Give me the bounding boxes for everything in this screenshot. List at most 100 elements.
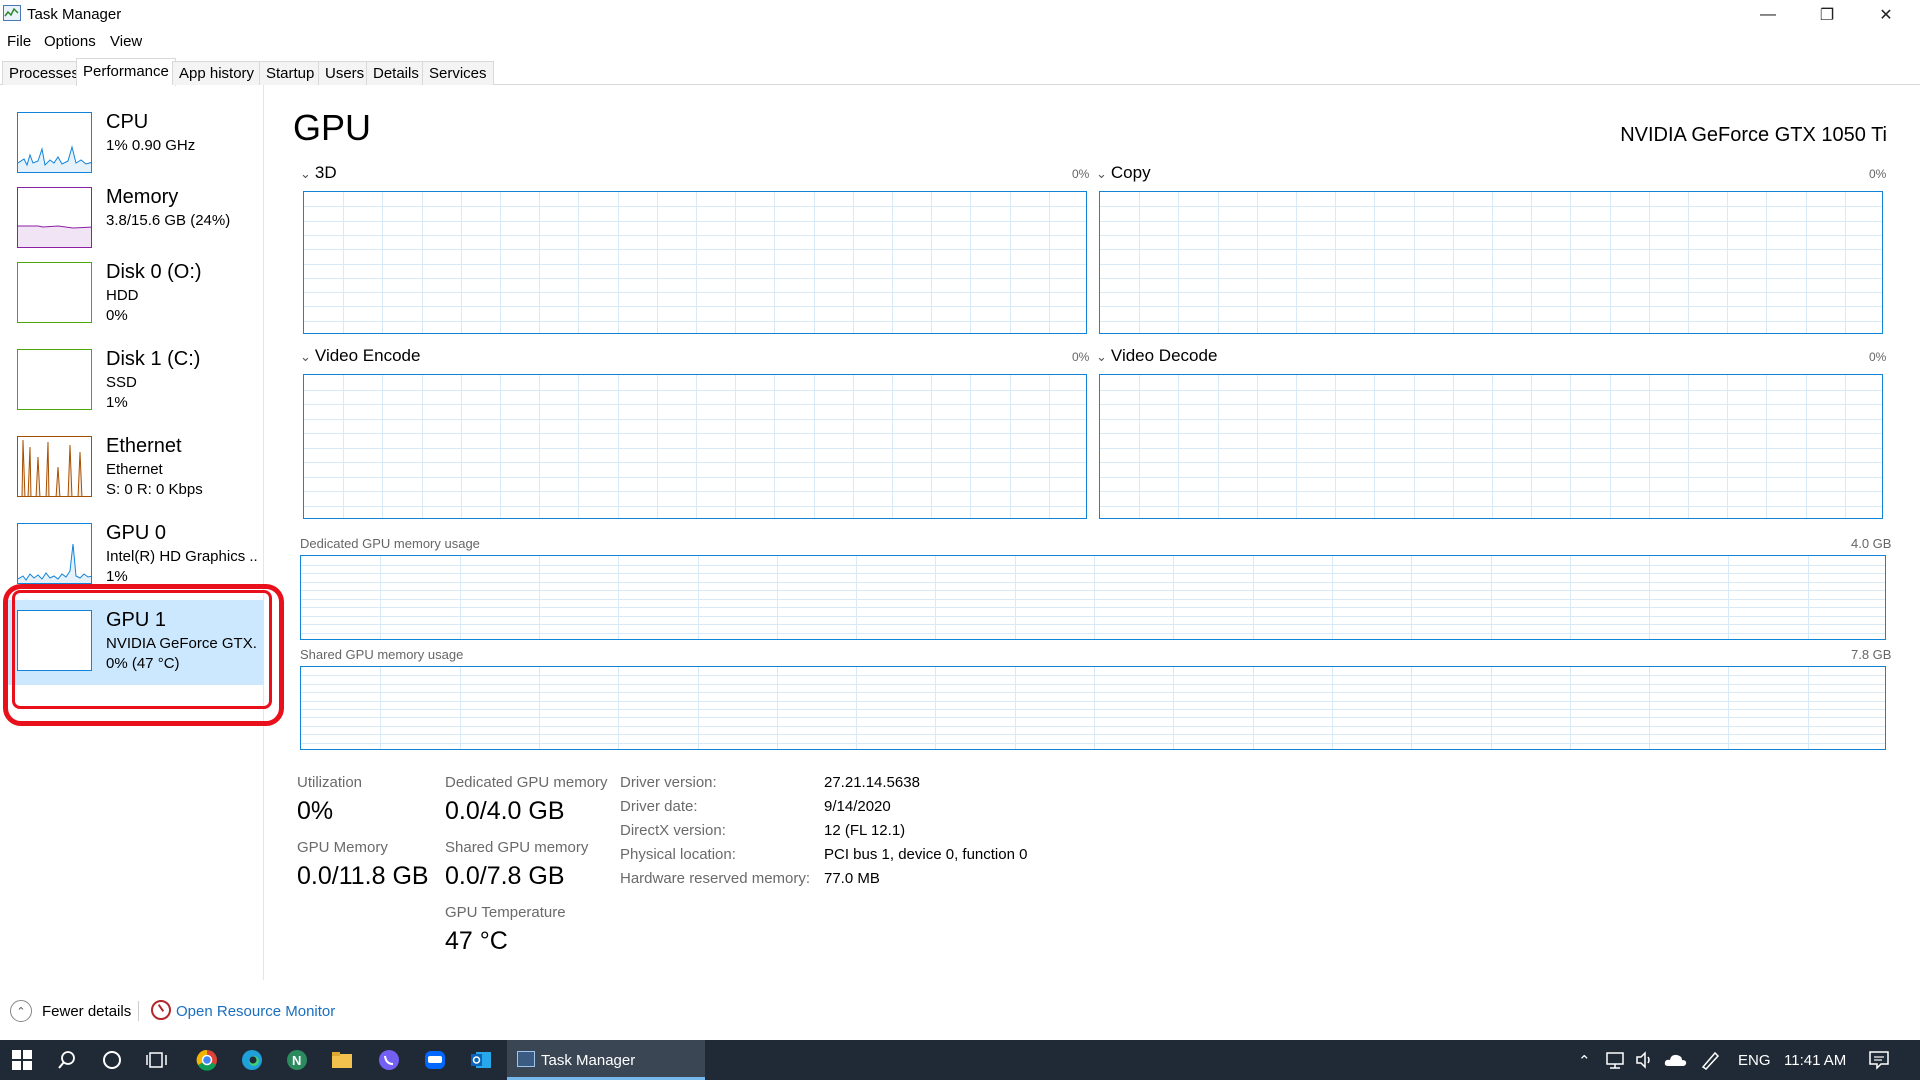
chevron-down-icon: ⌄ bbox=[1096, 166, 1107, 181]
dedicated-gpu-memory-value: 0.0/4.0 GB bbox=[445, 797, 565, 825]
engine-name: Copy bbox=[1110, 163, 1151, 182]
task-manager-icon bbox=[517, 1051, 535, 1067]
maximize-button[interactable]: ❐ bbox=[1798, 0, 1856, 30]
menu-file[interactable]: File bbox=[7, 33, 31, 50]
tab-details[interactable]: Details bbox=[366, 61, 426, 85]
driver-date-value: 9/14/2020 bbox=[824, 798, 891, 815]
network-icon[interactable] bbox=[1603, 1048, 1629, 1072]
memory-thumbnail-graph bbox=[17, 187, 92, 248]
zalo-icon[interactable] bbox=[422, 1048, 448, 1072]
directx-version-label: DirectX version: bbox=[620, 822, 726, 839]
driver-version-label: Driver version: bbox=[620, 774, 717, 791]
sidebar-item-value: 1% bbox=[106, 568, 128, 585]
chevron-up-icon[interactable]: ⌃ bbox=[1578, 1052, 1591, 1070]
fewer-details-button[interactable]: Fewer details bbox=[42, 1003, 131, 1020]
sidebar-item-memory[interactable]: Memory 3.8/15.6 GB (24%) bbox=[8, 177, 265, 262]
hardware-reserved-memory-value: 77.0 MB bbox=[824, 870, 880, 887]
graph-copy bbox=[1099, 191, 1883, 334]
sidebar-item-detail: 3.8/15.6 GB (24%) bbox=[106, 212, 231, 229]
driver-date-label: Driver date: bbox=[620, 798, 698, 815]
engine-selector-copy[interactable]: ⌄ Copy bbox=[1096, 163, 1151, 183]
language-indicator[interactable]: ENG bbox=[1738, 1052, 1771, 1069]
tab-users[interactable]: Users bbox=[318, 61, 372, 85]
menu-view[interactable]: View bbox=[110, 33, 142, 50]
utilization-label: Utilization bbox=[297, 774, 363, 791]
tab-bar: Processes Performance App history Startu… bbox=[0, 58, 1920, 86]
hardware-reserved-memory-label: Hardware reserved memory: bbox=[620, 870, 811, 887]
search-icon[interactable] bbox=[54, 1048, 80, 1072]
engine-percent: 0% bbox=[1072, 167, 1090, 181]
sidebar-item-detail: Intel(R) HD Graphics ... bbox=[106, 548, 258, 565]
sidebar-item-value: 1% bbox=[106, 394, 128, 411]
windows-start-icon[interactable] bbox=[9, 1048, 35, 1072]
gpu-temperature-label: GPU Temperature bbox=[445, 904, 566, 921]
sidebar-item-detail: Ethernet bbox=[106, 461, 163, 478]
notification-center-icon[interactable] bbox=[1866, 1048, 1892, 1072]
file-explorer-icon[interactable] bbox=[329, 1048, 355, 1072]
taskbar-task-manager-label: Task Manager bbox=[541, 1052, 636, 1069]
taskbar: N Task Manager ⌃ ENG 11:41 AM bbox=[0, 1040, 1920, 1080]
minimize-button[interactable]: — bbox=[1739, 0, 1797, 30]
viber-icon[interactable] bbox=[376, 1048, 402, 1072]
sidebar-item-disk-0[interactable]: Disk 0 (O:) HDD 0% bbox=[8, 252, 265, 337]
gpu-temperature-value: 47 °C bbox=[445, 927, 508, 955]
disk-1-thumbnail-graph bbox=[17, 349, 92, 410]
volume-icon[interactable] bbox=[1632, 1048, 1658, 1072]
graph-shared-memory bbox=[300, 666, 1886, 750]
close-button[interactable]: ✕ bbox=[1857, 0, 1915, 30]
task-manager-window: { "window": {"title": "Task Manager", "m… bbox=[0, 0, 1920, 1080]
disk-0-thumbnail-graph bbox=[17, 262, 92, 323]
tab-processes[interactable]: Processes bbox=[2, 61, 87, 85]
ethernet-thumbnail-graph bbox=[17, 436, 92, 497]
sidebar-item-name: Memory bbox=[106, 186, 179, 208]
gpu-model-name: NVIDIA GeForce GTX 1050 Ti bbox=[1620, 124, 1887, 146]
sidebar-item-cpu[interactable]: CPU 1% 0.90 GHz bbox=[8, 102, 265, 187]
shared-gpu-memory-value: 0.0/7.8 GB bbox=[445, 862, 565, 890]
sidebar-item-name: CPU bbox=[106, 111, 149, 133]
engine-selector-3d[interactable]: ⌄ 3D bbox=[300, 163, 337, 183]
title-bar: Task Manager — ❐ ✕ bbox=[0, 0, 1920, 30]
tab-services[interactable]: Services bbox=[422, 61, 494, 85]
app-n-icon[interactable]: N bbox=[284, 1048, 310, 1072]
chevron-down-icon: ⌄ bbox=[300, 349, 311, 364]
footer-divider bbox=[138, 1001, 139, 1021]
taskbar-task-manager-button[interactable]: Task Manager bbox=[507, 1040, 705, 1080]
engine-percent: 0% bbox=[1869, 350, 1887, 364]
pen-workspace-icon[interactable] bbox=[1697, 1048, 1723, 1072]
sidebar-item-disk-1[interactable]: Disk 1 (C:) SSD 1% bbox=[8, 339, 265, 424]
chevron-down-icon: ⌄ bbox=[300, 166, 311, 181]
tab-performance[interactable]: Performance bbox=[76, 58, 176, 86]
clock[interactable]: 11:41 AM bbox=[1784, 1052, 1846, 1069]
dedicated-memory-max: 4.0 GB bbox=[1851, 536, 1892, 551]
outlook-icon[interactable] bbox=[468, 1048, 494, 1072]
chrome-icon[interactable] bbox=[194, 1048, 220, 1072]
chevron-up-circle-icon[interactable]: ⌃ bbox=[10, 1000, 32, 1022]
engine-selector-video-decode[interactable]: ⌄ Video Decode bbox=[1096, 346, 1217, 366]
driver-version-value: 27.21.14.5638 bbox=[824, 774, 920, 791]
resource-monitor-icon bbox=[151, 1000, 171, 1020]
tab-startup[interactable]: Startup bbox=[259, 61, 322, 85]
tab-app-history[interactable]: App history bbox=[172, 61, 262, 85]
open-resource-monitor-link[interactable]: Open Resource Monitor bbox=[176, 1003, 335, 1020]
page-title: GPU bbox=[293, 107, 372, 148]
sidebar-item-name: Disk 0 (O:) bbox=[106, 261, 202, 283]
sidebar-item-detail: HDD bbox=[106, 287, 139, 304]
engine-percent: 0% bbox=[1072, 350, 1090, 364]
sidebar-item-ethernet[interactable]: Ethernet Ethernet S: 0 R: 0 Kbps bbox=[8, 426, 265, 511]
utilization-value: 0% bbox=[297, 797, 334, 825]
sidebar-item-name: Disk 1 (C:) bbox=[106, 348, 201, 370]
edge-icon[interactable] bbox=[239, 1048, 265, 1072]
sidebar-item-name: GPU 0 bbox=[106, 522, 167, 544]
menu-options[interactable]: Options bbox=[44, 33, 96, 50]
task-view-icon[interactable] bbox=[144, 1048, 170, 1072]
gpu-memory-label: GPU Memory bbox=[297, 839, 388, 856]
sidebar-item-value: S: 0 R: 0 Kbps bbox=[106, 481, 203, 498]
directx-version-value: 12 (FL 12.1) bbox=[824, 822, 906, 839]
sidebar-item-value: 0% bbox=[106, 307, 128, 324]
task-manager-icon bbox=[3, 5, 21, 21]
cortana-icon[interactable] bbox=[99, 1048, 125, 1072]
gpu-memory-value: 0.0/11.8 GB bbox=[297, 862, 429, 890]
onedrive-icon[interactable] bbox=[1663, 1048, 1689, 1072]
sidebar-item-detail: SSD bbox=[106, 374, 137, 391]
engine-selector-video-encode[interactable]: ⌄ Video Encode bbox=[300, 346, 420, 366]
